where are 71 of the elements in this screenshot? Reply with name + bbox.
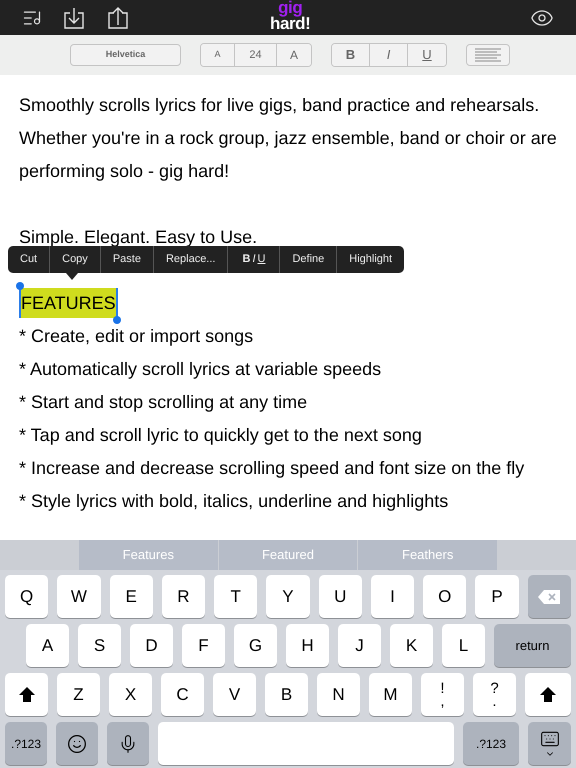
- lyric-text: * Tap and scroll lyric to quickly get to the next song: [19, 425, 422, 445]
- lyric-text: * Style lyrics with bold, italics, underline and highlights: [19, 491, 448, 511]
- key[interactable]: D: [130, 624, 173, 667]
- key[interactable]: O: [423, 575, 466, 618]
- key[interactable]: Z: [57, 673, 100, 716]
- backspace-icon: [538, 590, 560, 604]
- app-logo: gig hard!: [270, 0, 310, 32]
- menu-item[interactable]: Copy: [50, 246, 101, 273]
- align-button[interactable]: [466, 44, 510, 66]
- emoji-key[interactable]: [56, 722, 98, 765]
- lyric-text: * Automatically scroll lyrics at variable speeds: [19, 359, 382, 379]
- key[interactable]: W: [57, 575, 101, 618]
- font-button[interactable]: Helvetica: [70, 44, 181, 66]
- style-menu-item[interactable]: B I U: [228, 246, 280, 273]
- key[interactable]: Q: [5, 575, 48, 618]
- key[interactable]: N: [317, 673, 360, 716]
- key[interactable]: M: [369, 673, 412, 716]
- shift-key[interactable]: [525, 673, 571, 716]
- underline-button[interactable]: U: [408, 44, 446, 66]
- key[interactable]: A: [26, 624, 69, 667]
- shift-icon: [18, 687, 34, 702]
- key[interactable]: Y: [266, 575, 310, 618]
- selection-handle[interactable]: [112, 316, 121, 324]
- import-icon[interactable]: [64, 6, 84, 28]
- font-larger-button[interactable]: A: [277, 44, 311, 66]
- shift-icon: [540, 687, 556, 702]
- hide-keyboard-key[interactable]: [528, 722, 571, 765]
- numbers-key[interactable]: .?123: [463, 722, 519, 765]
- selected-text[interactable]: FEATURES: [19, 288, 118, 318]
- export-icon[interactable]: [108, 6, 128, 28]
- key[interactable]: R: [162, 575, 206, 618]
- lyric-text: Smoothly scrolls lyrics for live gigs, band practice and rehearsals. Whether you're in a rock group, jazz ensemble, band or choir or are performing solo - gig hard!: [19, 95, 557, 181]
- key[interactable]: S: [78, 624, 121, 667]
- key[interactable]: J: [338, 624, 381, 667]
- key[interactable]: I: [370, 575, 414, 618]
- emoji-icon: [67, 734, 87, 754]
- key[interactable]: T: [214, 575, 258, 618]
- dictation-key[interactable]: [107, 722, 149, 765]
- key[interactable]: F: [182, 624, 225, 667]
- lyric-text: * Create, edit or import songs: [19, 326, 254, 346]
- key[interactable]: ? .: [473, 673, 516, 716]
- key[interactable]: E: [110, 575, 153, 618]
- lyric-text: * Start and stop scrolling at any time: [19, 392, 308, 412]
- menu-item[interactable]: Define: [280, 246, 338, 273]
- menu-item[interactable]: Cut: [8, 246, 50, 273]
- bold-button[interactable]: B: [332, 44, 370, 66]
- key[interactable]: G: [234, 624, 277, 667]
- lyric-text: * Increase and decrease scrolling speed and font size on the fly: [19, 458, 524, 478]
- key[interactable]: B: [265, 673, 308, 716]
- key[interactable]: K: [390, 624, 433, 667]
- key[interactable]: C: [161, 673, 204, 716]
- menu-pointer: [66, 273, 78, 280]
- key[interactable]: P: [475, 575, 519, 618]
- shift-key[interactable]: [5, 673, 48, 716]
- align-left-icon: [475, 48, 501, 62]
- selection-handle[interactable]: [16, 282, 24, 290]
- key[interactable]: V: [213, 673, 256, 716]
- font-size-value: 24: [235, 44, 277, 66]
- italic-button[interactable]: I: [370, 44, 408, 66]
- key[interactable]: U: [318, 575, 362, 618]
- numbers-key[interactable]: .?123: [5, 722, 47, 765]
- return-key[interactable]: return: [494, 624, 571, 667]
- menu-item[interactable]: Highlight: [337, 246, 404, 273]
- key[interactable]: H: [286, 624, 329, 667]
- menu-item[interactable]: Replace...: [154, 246, 228, 273]
- menu-item[interactable]: Paste: [100, 246, 154, 273]
- font-smaller-button[interactable]: A: [201, 44, 235, 66]
- key[interactable]: X: [109, 673, 152, 716]
- key[interactable]: L: [442, 624, 485, 667]
- lyric-text: Simple. Elegant. Easy to Use.: [19, 227, 258, 247]
- key[interactable]: ! ,: [421, 673, 464, 716]
